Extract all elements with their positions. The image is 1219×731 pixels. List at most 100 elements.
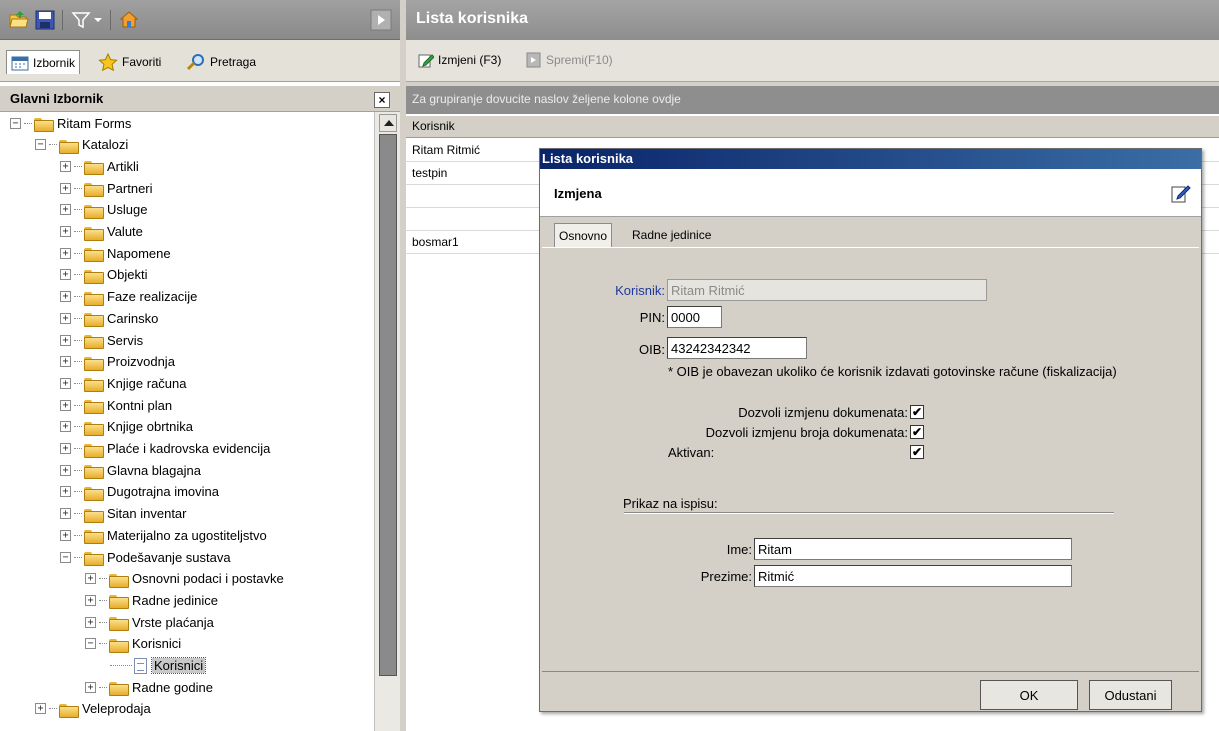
korisnik-label: Korisnik: — [615, 283, 665, 298]
tree-node-sub[interactable]: + Radne jedinice — [85, 589, 218, 611]
expand-icon[interactable]: + — [85, 573, 96, 585]
play-icon[interactable] — [370, 9, 392, 31]
expand-icon[interactable]: + — [60, 377, 71, 389]
tree-node-radne-godine[interactable]: + Radne godine — [85, 676, 213, 698]
tree-node-sub[interactable]: + Osnovni podaci i postavke — [85, 568, 284, 590]
expand-icon[interactable]: + — [60, 312, 71, 324]
dialog-title-bar[interactable]: Lista korisnika — [540, 149, 1201, 169]
close-icon[interactable]: × — [374, 92, 390, 108]
tree-node-label: Artikli — [107, 158, 139, 174]
tree-node-korisnici-folder[interactable]: − Korisnici — [85, 633, 181, 655]
open-folder-icon[interactable] — [8, 9, 30, 31]
tree-node-item[interactable]: + Knjige obrtnika — [60, 416, 193, 438]
tree-node-item[interactable]: + Dugotrajna imovina — [60, 481, 219, 503]
tree-node-sub[interactable]: + Vrste plaćanja — [85, 611, 214, 633]
collapse-icon[interactable]: − — [60, 551, 71, 563]
expand-icon[interactable]: + — [60, 464, 71, 476]
tree-node-item[interactable]: + Objekti — [60, 264, 147, 286]
cancel-button[interactable]: Odustani — [1089, 680, 1172, 710]
tree-node-label: Podešavanje sustava — [107, 549, 231, 565]
expand-icon[interactable]: + — [85, 616, 96, 628]
tree-node-veleprodaja[interactable]: + Veleprodaja — [35, 698, 151, 720]
ime-label: Ime: — [726, 542, 752, 557]
prezime-field[interactable] — [754, 565, 1072, 587]
chk-izmjena-dokumenata-label: Dozvoli izmjenu dokumenata: — [738, 405, 908, 420]
tree-node-item[interactable]: + Valute — [60, 221, 143, 243]
tree-connector — [74, 231, 82, 232]
chk-izmjena-broja[interactable]: ✔ — [910, 425, 924, 439]
expand-icon[interactable]: + — [60, 160, 71, 172]
tree-node-item[interactable]: + Plaće i kadrovska evidencija — [60, 438, 270, 460]
tab-pretraga[interactable]: Pretraga — [182, 50, 260, 74]
tree-node-item[interactable]: + Faze realizacije — [60, 286, 197, 308]
expand-icon[interactable]: + — [60, 226, 71, 237]
tree-node-item[interactable]: + Carinsko — [60, 307, 158, 329]
tree-node-item[interactable]: + Artikli — [60, 155, 139, 177]
expand-icon[interactable]: + — [60, 508, 71, 520]
expand-icon[interactable]: + — [60, 291, 71, 303]
korisnik-field[interactable] — [667, 279, 987, 301]
tree-node-label: Ritam Forms — [57, 115, 132, 131]
tree-node-item[interactable]: + Knjige računa — [60, 372, 187, 394]
tab-radne-jedinice[interactable]: Radne jedinice — [628, 223, 715, 247]
tree-scrollbar[interactable] — [374, 112, 400, 731]
chk-izmjena-dokumenata[interactable]: ✔ — [910, 405, 924, 419]
tree-node-label: Partneri — [107, 180, 153, 196]
tree-node-item[interactable]: + Materijalno za ugostiteljstvo — [60, 524, 267, 546]
folder-icon — [84, 463, 104, 480]
tree-node-item[interactable]: + Servis — [60, 329, 143, 351]
collapse-icon[interactable]: − — [85, 638, 96, 650]
filter-icon[interactable] — [70, 9, 92, 31]
tree-node-katalozi[interactable]: − Katalozi — [35, 134, 128, 156]
collapse-icon[interactable]: − — [10, 117, 21, 129]
save-icon[interactable] — [34, 9, 56, 31]
pin-field[interactable] — [667, 306, 722, 328]
expand-icon[interactable]: + — [60, 421, 71, 433]
tree-node-item[interactable]: + Usluge — [60, 199, 147, 221]
home-icon[interactable] — [118, 9, 140, 31]
chevron-down-icon[interactable] — [92, 9, 104, 31]
oib-field[interactable] — [667, 337, 807, 359]
expand-icon[interactable]: + — [60, 269, 71, 281]
cell-korisnik: Ritam Ritmić — [412, 143, 480, 157]
expand-icon[interactable]: + — [60, 204, 71, 216]
chk-izmjena-broja-label: Dozvoli izmjenu broja dokumenata: — [705, 425, 908, 440]
collapse-icon[interactable]: − — [35, 139, 46, 151]
tab-osnovno[interactable]: Osnovno — [554, 223, 613, 247]
scroll-thumb[interactable] — [379, 134, 397, 676]
expand-icon[interactable]: + — [60, 356, 71, 368]
tree-node-root[interactable]: − Ritam Forms — [10, 112, 131, 134]
tree-node-korisnici[interactable]: Korisnici — [110, 655, 207, 677]
expand-icon[interactable]: + — [60, 334, 71, 346]
ok-button[interactable]: OK — [980, 680, 1078, 710]
tree-node-label: Objekti — [107, 267, 148, 283]
expand-icon[interactable]: + — [60, 529, 71, 541]
ime-field[interactable] — [754, 538, 1072, 560]
grid-column-header[interactable]: Korisnik — [406, 116, 1219, 138]
tree-node-item[interactable]: + Partneri — [60, 177, 153, 199]
expand-icon[interactable]: + — [60, 247, 71, 259]
expand-icon[interactable]: + — [60, 486, 71, 498]
tree-node-item[interactable]: + Proizvodnja — [60, 351, 175, 373]
tree-node-item[interactable]: + Kontni plan — [60, 394, 172, 416]
tree-node-item[interactable]: + Napomene — [60, 242, 171, 264]
expand-icon[interactable]: + — [60, 182, 71, 194]
tree-node-podesavanje[interactable]: − Podešavanje sustava — [60, 546, 231, 568]
expand-icon[interactable]: + — [60, 399, 71, 411]
tree-node-item[interactable]: + Glavna blagajna — [60, 459, 201, 481]
tab-izbornik[interactable]: Izbornik — [6, 50, 81, 74]
dialog-header: Izmjena — [540, 169, 1201, 217]
expand-icon[interactable]: + — [60, 443, 71, 454]
save-button[interactable]: Spremi(F10) — [526, 52, 613, 68]
folder-icon — [84, 376, 104, 393]
expand-icon[interactable]: + — [35, 703, 46, 715]
group-by-bar[interactable]: Za grupiranje dovucite naslov željene ko… — [406, 86, 1219, 114]
expand-icon[interactable]: + — [85, 594, 96, 606]
scroll-up-icon[interactable] — [379, 114, 397, 132]
tab-favoriti[interactable]: Favoriti — [94, 50, 165, 74]
chk-aktivan[interactable]: ✔ — [910, 445, 924, 459]
tree-node-item[interactable]: + Sitan inventar — [60, 503, 187, 525]
edit-button[interactable]: Izmjeni (F3) — [418, 52, 501, 68]
expand-icon[interactable]: + — [85, 681, 96, 693]
tree-connector — [74, 339, 82, 341]
